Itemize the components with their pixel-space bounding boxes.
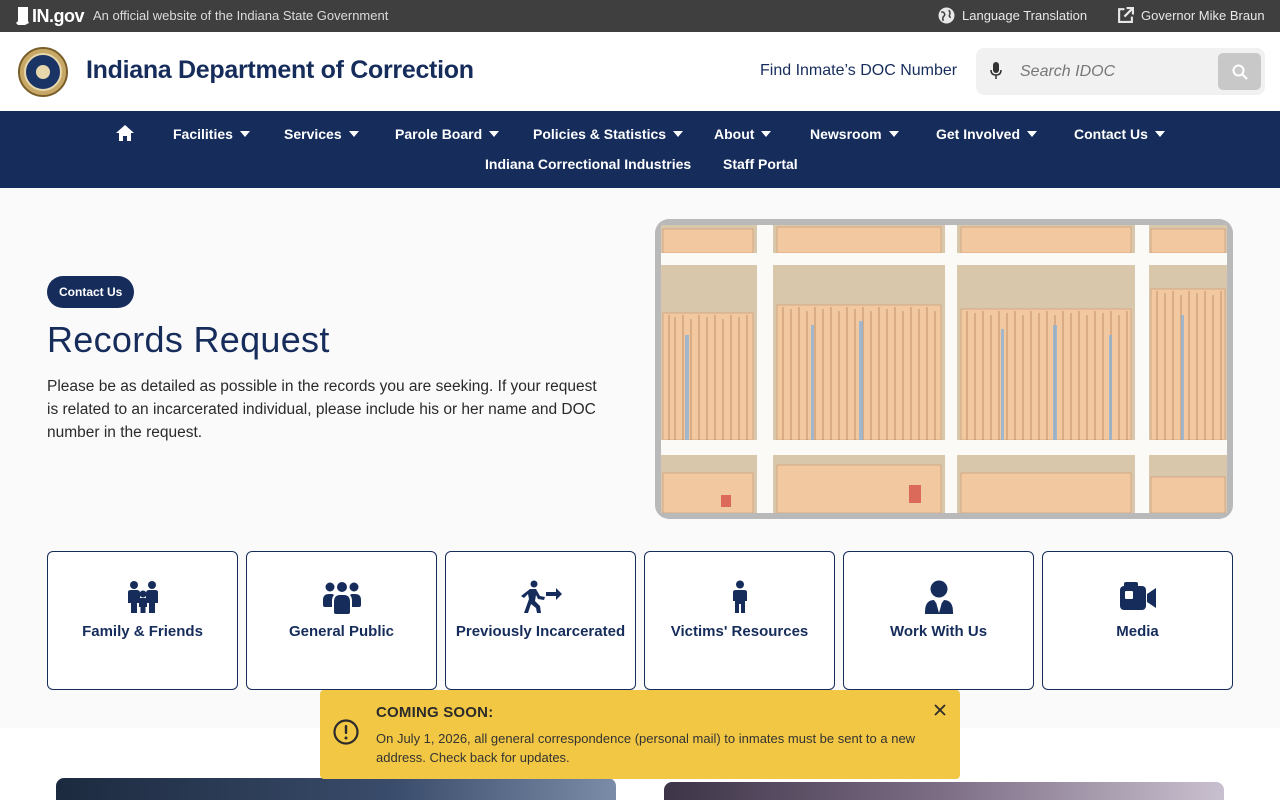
search-button[interactable] [1218,53,1261,90]
caret-down-icon [888,131,899,137]
card-family-friends[interactable]: Family & Friends [47,551,238,690]
main-navigation: Facilities Services Parole Board Policie… [0,111,1280,188]
nav-correctional-industries[interactable]: Indiana Correctional Industries [485,156,691,172]
caret-down-icon [348,131,359,137]
nav-get-involved[interactable]: Get Involved [936,126,1038,142]
user-tie-icon [924,580,953,614]
caret-down-icon [761,131,772,137]
nav-parole-board[interactable]: Parole Board [395,126,500,142]
microphone-icon[interactable] [990,62,1002,80]
coming-soon-alert: COMING SOON: On July 1, 2026, all genera… [320,690,960,779]
agency-name[interactable]: Indiana Department of Correction [86,56,474,85]
nav-about[interactable]: About [714,126,772,142]
card-label: Media [1116,623,1159,640]
family-icon [127,581,158,613]
feature-image-left[interactable] [56,778,616,800]
search-icon [1232,64,1248,80]
person-icon [732,580,747,613]
search-input[interactable] [1020,60,1200,84]
feature-image-right[interactable] [664,782,1224,800]
ingov-logo-text: IN.gov [32,5,85,26]
card-media[interactable]: Media [1042,551,1233,690]
external-link-icon [1118,7,1134,23]
search-box [976,48,1265,95]
card-previously-incarcerated[interactable]: Previously Incarcerated [445,551,636,690]
caret-down-icon [673,131,684,137]
caret-down-icon [1027,131,1038,137]
language-translation-label: Language Translation [962,8,1088,23]
person-walking-arrow-icon [520,580,562,613]
caret-down-icon [489,131,500,137]
nav-newsroom[interactable]: Newsroom [810,126,899,142]
ingov-logo[interactable]: IN.gov [16,5,85,26]
card-general-public[interactable]: General Public [246,551,437,690]
globe-icon [938,7,955,24]
card-label: Family & Friends [82,623,203,640]
agency-seal-logo[interactable] [18,47,68,97]
governor-label: Governor Mike Braun [1141,8,1265,23]
caret-down-icon [239,131,250,137]
page-title: Records Request [47,319,330,360]
language-translation-link[interactable]: Language Translation [938,7,1087,24]
home-icon [116,125,134,141]
people-group-icon [322,582,361,614]
card-label: Work With Us [889,623,988,640]
video-camera-icon [1119,582,1156,610]
nav-home[interactable] [116,125,134,141]
card-victims-resources[interactable]: Victims' Resources [644,551,835,690]
breadcrumb-contact-us[interactable]: Contact Us [47,276,135,308]
card-label: General Public [288,623,395,640]
hero-section: Contact Us Records Request Please be as … [0,188,1280,728]
governor-link[interactable]: Governor Mike Braun [1117,7,1265,24]
nav-staff-portal[interactable]: Staff Portal [723,156,798,172]
card-work-with-us[interactable]: Work With Us [843,551,1034,690]
indiana-state-icon [16,7,29,25]
state-bar: IN.gov An official website of the Indian… [0,0,1280,32]
file-shelves-image [661,225,1227,513]
official-site-notice: An official website of the Indiana State… [93,8,389,23]
alert-body: On July 1, 2026, all general corresponde… [376,731,916,765]
records-shelves-photo [655,219,1233,519]
card-label: Victims' Resources [670,623,809,640]
card-label: Previously Incarcerated [455,623,626,640]
caret-down-icon [1154,131,1165,137]
nav-policies-statistics[interactable]: Policies & Statistics [533,126,684,142]
site-header: Indiana Department of Correction Find In… [0,32,1280,111]
close-icon[interactable] [931,701,949,719]
nav-contact-us[interactable]: Contact Us [1074,126,1165,142]
find-inmate-link[interactable]: Find Inmate’s DOC Number [760,62,957,80]
exclamation-circle-icon [333,719,359,745]
page-intro: Please be as detailed as possible in the… [47,378,597,441]
nav-services[interactable]: Services [284,126,359,142]
alert-heading: COMING SOON: [376,704,494,721]
nav-facilities[interactable]: Facilities [173,126,250,142]
